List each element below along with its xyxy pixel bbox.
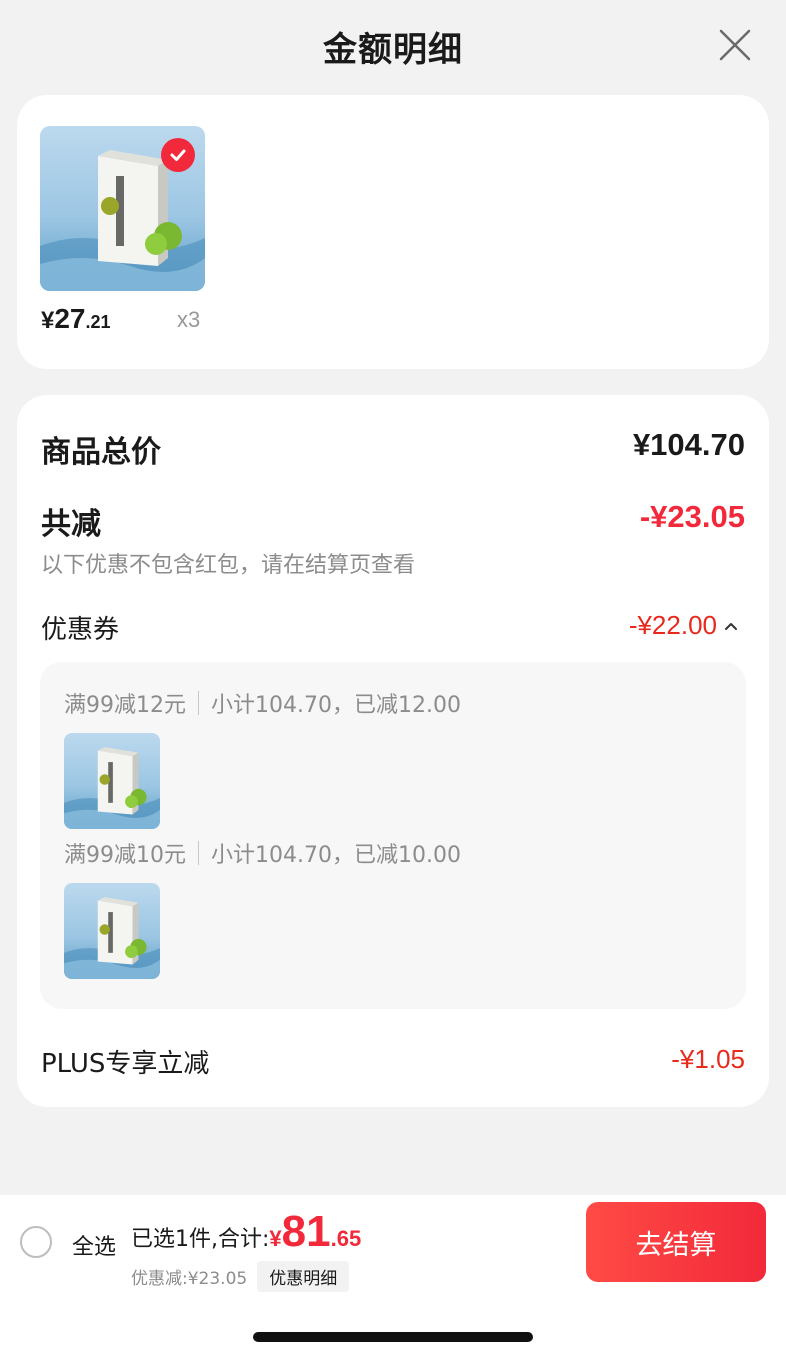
price-currency: ¥ bbox=[41, 307, 55, 334]
home-indicator bbox=[253, 1332, 533, 1342]
discount-text: 优惠减:¥23.05 bbox=[131, 1269, 248, 1289]
sum-decimal: .65 bbox=[330, 1226, 362, 1251]
coconut-water-carton-icon bbox=[64, 733, 160, 829]
selected-check-icon[interactable] bbox=[161, 138, 195, 172]
checkout-button[interactable]: 去结算 bbox=[586, 1202, 766, 1282]
coupon-label: 优惠券 bbox=[41, 615, 120, 645]
coupon-product-image bbox=[64, 733, 160, 829]
product-card: ¥27.21 x3 bbox=[17, 95, 769, 369]
coconut-water-carton-icon bbox=[64, 883, 160, 979]
coupon-item: 满99减12元 小计104.70，已减12.00 bbox=[64, 687, 461, 719]
coupon-item: 满99减10元 小计104.70，已减10.00 bbox=[64, 837, 461, 869]
total-price-value: ¥104.70 bbox=[632, 427, 745, 462]
coupon-rule: 满99减10元 bbox=[64, 843, 186, 868]
amount-detail-sheet: 金额明细 ¥27.21 x3 商品总价 ¥104.70 共减 -¥23.05 以… bbox=[0, 0, 786, 1358]
sum-integer: 81 bbox=[281, 1207, 331, 1256]
plus-discount-value: -¥1.05 bbox=[671, 1044, 745, 1074]
discount-detail-button[interactable]: 优惠明细 bbox=[257, 1261, 350, 1292]
product-image[interactable] bbox=[40, 126, 205, 291]
coupon-list: 满99减12元 小计104.70，已减12.00 满99减10元 小计104.7… bbox=[40, 662, 746, 1009]
product-price: ¥27.21 bbox=[41, 303, 111, 335]
coupon-toggle[interactable]: -¥22.00 bbox=[629, 610, 739, 641]
chevron-up-icon bbox=[725, 622, 737, 630]
order-summary: 已选1件,合计: ¥ 81 .65 bbox=[131, 1207, 361, 1257]
page-title: 金额明细 bbox=[323, 30, 463, 70]
select-all-radio[interactable] bbox=[20, 1226, 52, 1258]
coupon-rule: 满99减12元 bbox=[64, 693, 186, 718]
close-icon[interactable] bbox=[718, 28, 752, 62]
price-decimal: .21 bbox=[85, 312, 111, 332]
sum-currency: ¥ bbox=[269, 1226, 282, 1251]
discount-summary: 优惠减:¥23.05 优惠明细 bbox=[131, 1261, 350, 1292]
divider bbox=[198, 841, 199, 865]
coupon-subtotal: 小计104.70，已减10.00 bbox=[211, 843, 461, 868]
total-savings-value: -¥23.05 bbox=[639, 499, 745, 534]
price-detail-card: 商品总价 ¥104.70 共减 -¥23.05 以下优惠不包含红包，请在结算页查… bbox=[17, 395, 769, 1107]
coupon-value: -¥22.00 bbox=[628, 610, 717, 640]
select-all-label[interactable]: 全选 bbox=[72, 1229, 116, 1261]
savings-note: 以下优惠不包含红包，请在结算页查看 bbox=[41, 553, 416, 578]
divider bbox=[198, 691, 199, 715]
price-integer: 27 bbox=[54, 303, 86, 334]
product-quantity: x3 bbox=[177, 307, 201, 332]
total-savings-label: 共减 bbox=[41, 507, 101, 542]
summary-label: 已选1件,合计: bbox=[131, 1227, 270, 1252]
plus-discount-label: PLUS专享立减 bbox=[41, 1049, 210, 1079]
coupon-product-image bbox=[64, 883, 160, 979]
total-price-label: 商品总价 bbox=[41, 435, 161, 470]
coupon-subtotal: 小计104.70，已减12.00 bbox=[211, 693, 461, 718]
